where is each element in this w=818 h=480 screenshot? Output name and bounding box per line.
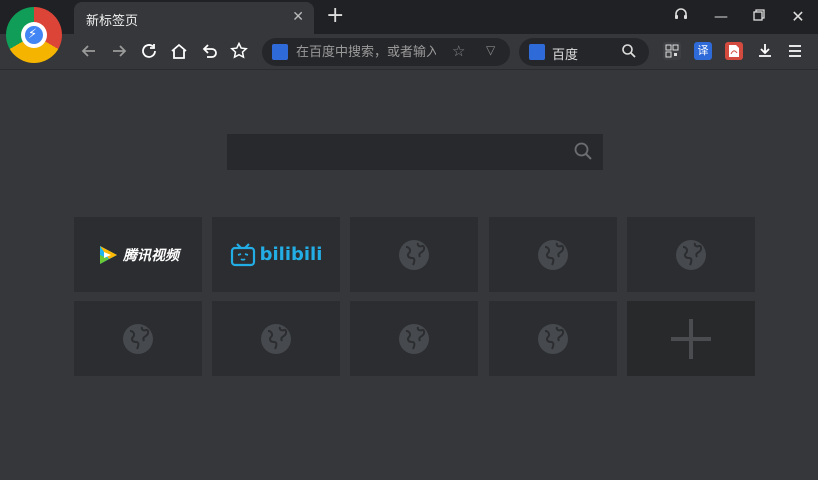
minimize-button[interactable]: — xyxy=(708,6,734,28)
speed-dial-empty[interactable] xyxy=(212,301,340,376)
tab-title: 新标签页 xyxy=(86,14,139,29)
tencent-video-label: 腾讯视频 xyxy=(123,247,179,264)
browser-logo[interactable]: ⚡ xyxy=(6,7,62,63)
speed-dial-empty[interactable] xyxy=(350,217,478,292)
qr-code-icon[interactable] xyxy=(663,42,681,60)
hamburger-menu-icon xyxy=(789,45,801,57)
speed-dial-empty[interactable] xyxy=(489,301,617,376)
undo-icon xyxy=(202,44,217,58)
forward-button[interactable] xyxy=(107,39,131,63)
star-icon[interactable]: ☆ xyxy=(452,42,465,60)
menu-button[interactable] xyxy=(783,39,807,63)
speed-dial-empty[interactable] xyxy=(350,301,478,376)
globe-icon xyxy=(538,239,568,270)
search-icon[interactable] xyxy=(621,43,637,63)
download-button[interactable] xyxy=(753,39,777,63)
page-search-input[interactable] xyxy=(237,142,557,162)
tencent-video-logo: 腾讯视频 xyxy=(97,244,179,266)
globe-icon xyxy=(261,323,291,354)
speed-dial-bilibili[interactable]: bilibili xyxy=(212,217,340,292)
speed-dial-tencent-video[interactable]: 腾讯视频 xyxy=(74,217,202,292)
bookmark-button[interactable] xyxy=(227,39,251,63)
address-input[interactable] xyxy=(296,42,436,62)
tab-new-tab[interactable]: 新标签页 ✕ xyxy=(74,2,314,34)
globe-icon xyxy=(676,239,706,270)
undo-close-tab-button[interactable] xyxy=(197,39,221,63)
chevron-down-icon[interactable]: ▽ xyxy=(486,43,495,57)
bolt-icon: ⚡ xyxy=(28,27,38,42)
globe-icon xyxy=(399,323,429,354)
speed-dial-empty[interactable] xyxy=(627,217,755,292)
bilibili-label: bilibili xyxy=(259,244,323,265)
speed-dial-add[interactable] xyxy=(627,301,755,376)
globe-icon xyxy=(538,323,568,354)
baidu-icon xyxy=(529,44,545,60)
search-engine-name: 百度 xyxy=(552,48,579,63)
home-button[interactable] xyxy=(167,39,191,63)
toolbar: ☆ ▽ 百度 译 xyxy=(0,34,818,70)
bilibili-tv-icon xyxy=(230,242,255,266)
arrow-left-icon xyxy=(81,45,95,57)
page-search-box[interactable] xyxy=(227,134,603,170)
arrow-right-icon xyxy=(113,45,127,57)
search-icon[interactable] xyxy=(573,141,593,165)
close-tab-icon[interactable]: ✕ xyxy=(292,9,304,25)
pdf-icon[interactable] xyxy=(725,42,743,60)
headset-icon[interactable] xyxy=(668,6,694,28)
baidu-icon xyxy=(272,44,288,60)
globe-icon xyxy=(123,323,153,354)
reload-button[interactable] xyxy=(137,39,161,63)
plus-icon xyxy=(671,318,711,359)
speed-dial-empty[interactable] xyxy=(74,301,202,376)
search-engine-box[interactable]: 百度 xyxy=(519,38,649,66)
back-button[interactable] xyxy=(77,39,101,63)
reload-icon xyxy=(142,44,156,58)
bilibili-logo: bilibili xyxy=(230,242,323,267)
speed-dial-empty[interactable] xyxy=(489,217,617,292)
translate-icon[interactable]: 译 xyxy=(694,42,712,60)
globe-icon xyxy=(399,239,429,270)
new-tab-button[interactable]: + xyxy=(326,4,344,28)
title-bar: 新标签页 ✕ + — ✕ xyxy=(0,0,818,34)
close-window-button[interactable]: ✕ xyxy=(785,6,811,28)
download-icon xyxy=(759,44,771,57)
home-icon xyxy=(171,43,187,59)
restore-button[interactable] xyxy=(746,6,772,28)
star-icon xyxy=(230,42,248,59)
address-bar[interactable]: ☆ ▽ xyxy=(262,38,510,66)
tencent-play-icon xyxy=(100,245,117,264)
